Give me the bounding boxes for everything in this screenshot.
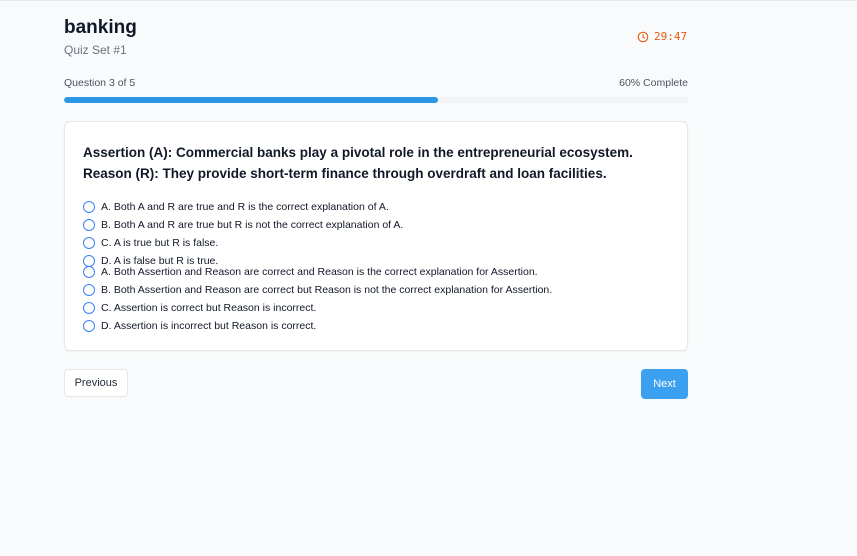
- answer-option-label: B. Both Assertion and Reason are correct…: [101, 284, 553, 296]
- clock-icon: [637, 31, 649, 43]
- answer-option-label: D. Assertion is incorrect but Reason is …: [101, 320, 317, 332]
- radio-button[interactable]: [83, 284, 95, 296]
- answer-option-label: C. Assertion is correct but Reason is in…: [101, 302, 317, 314]
- radio-button[interactable]: [83, 266, 95, 278]
- progress-bar: [64, 97, 688, 103]
- question-counter: Question 3 of 5: [64, 77, 136, 89]
- radio-button[interactable]: [83, 201, 95, 213]
- answer-option[interactable]: C. A is true but R is false.: [83, 235, 218, 251]
- answer-option-label: C. A is true but R is false.: [101, 237, 219, 249]
- answer-option[interactable]: B. Both Assertion and Reason are correct…: [83, 282, 552, 298]
- answer-option[interactable]: C. Assertion is correct but Reason is in…: [83, 300, 316, 316]
- question-text: Assertion (A): Commercial banks play a p…: [83, 145, 633, 181]
- next-button[interactable]: Next: [641, 369, 688, 399]
- radio-button[interactable]: [83, 237, 95, 249]
- previous-button[interactable]: Previous: [64, 369, 128, 397]
- radio-button[interactable]: [83, 302, 95, 314]
- radio-button[interactable]: [83, 219, 95, 231]
- quiz-subtitle: Quiz Set #1: [64, 43, 127, 57]
- answer-option-label: B. Both A and R are true but R is not th…: [101, 219, 404, 231]
- question-card: Assertion (A): Commercial banks play a p…: [64, 121, 688, 351]
- radio-button[interactable]: [83, 320, 95, 332]
- answer-option-label: A. Both Assertion and Reason are correct…: [101, 266, 538, 278]
- answer-option-label: A. Both A and R are true and R is the co…: [101, 201, 389, 213]
- answer-option[interactable]: A. Both Assertion and Reason are correct…: [83, 264, 538, 280]
- quiz-title: banking: [64, 17, 137, 38]
- answer-option[interactable]: A. Both A and R are true and R is the co…: [83, 199, 389, 215]
- timer-value: 29:47: [654, 30, 688, 43]
- answer-option[interactable]: D. Assertion is incorrect but Reason is …: [83, 318, 316, 334]
- answer-option[interactable]: B. Both A and R are true but R is not th…: [83, 217, 403, 233]
- timer: 29:47: [637, 30, 687, 43]
- progress-percent: 60% Complete: [619, 77, 688, 89]
- top-divider: [0, 0, 857, 1]
- progress-bar-fill: [64, 97, 439, 103]
